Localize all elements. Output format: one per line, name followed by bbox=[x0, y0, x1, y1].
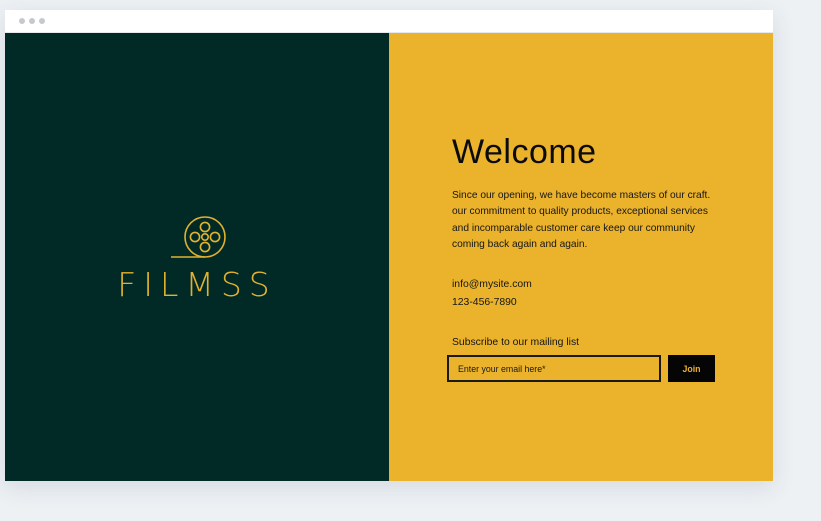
contact-email[interactable]: info@mysite.com bbox=[452, 278, 532, 292]
subscribe-label: Subscribe to our mailing list bbox=[452, 337, 580, 348]
join-button[interactable]: Join bbox=[668, 355, 715, 382]
brand-panel: FILMSS bbox=[5, 33, 389, 481]
window-dot-icon[interactable] bbox=[19, 18, 25, 24]
window-dot-icon[interactable] bbox=[29, 18, 35, 24]
brand-name: FILMSS bbox=[117, 265, 277, 304]
about-text: Since our opening, we have become master… bbox=[452, 190, 711, 251]
page-title: Welcome bbox=[452, 133, 597, 171]
subscribe-email-input[interactable] bbox=[447, 355, 661, 382]
window-titlebar bbox=[5, 10, 773, 33]
window-dot-icon[interactable] bbox=[39, 18, 45, 24]
info-panel: Welcome Since our opening, we have becom… bbox=[389, 33, 773, 481]
contact-phone: 123-456-7890 bbox=[452, 297, 517, 308]
film-reel-icon bbox=[171, 216, 226, 258]
window-controls bbox=[19, 18, 45, 24]
browser-window: FILMSS Welcome Since our opening, we hav… bbox=[5, 10, 773, 481]
site-logo[interactable]: FILMSS bbox=[113, 215, 281, 305]
